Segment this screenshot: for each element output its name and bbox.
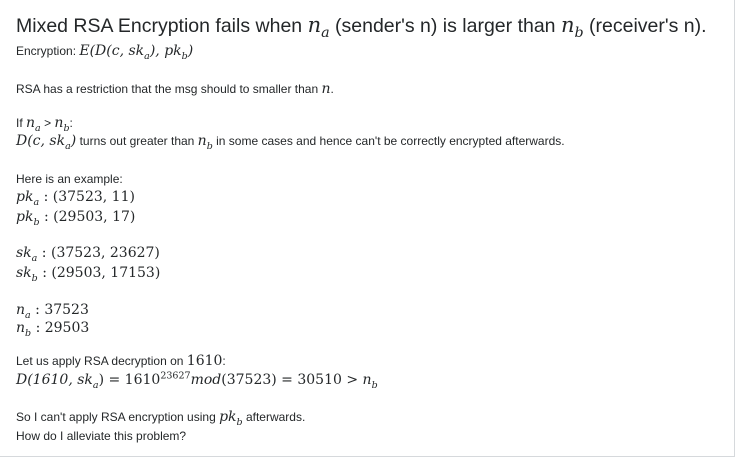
example-intro: Here is an example: [16,172,123,186]
restriction-var: n [321,81,331,97]
n-b-line: nb : 29503 [16,320,90,339]
question-title[interactable]: Mixed RSA Encryption fails when na (send… [16,12,707,42]
title-var-n-b: nb [560,13,584,42]
apply-line: Let us apply RSA decryption on 1610: [16,353,226,369]
title-text-start: Mixed RSA Encryption fails when [16,15,308,37]
conclusion-var: pkb [219,409,243,428]
encryption-formula: E(D(c, ska), pkb) [79,43,194,62]
question-body: Mixed RSA Encryption fails when na (send… [0,0,735,457]
apply-value: 1610 [186,353,223,369]
title-text-end: (receiver's n). [583,15,707,37]
restriction-text: RSA has a restriction that the msg shoul… [16,82,322,96]
encryption-label: Encryption: [16,44,80,58]
pk-b-line: pkb : (29503, 17) [16,209,136,228]
title-var-n-a: na [307,13,330,42]
dc-var-n-b: nb [197,133,213,152]
dc-formula: D(c, ska) [16,133,77,152]
title-text-mid: (sender's n) is larger than [329,15,561,37]
if-var-n-b: nb [54,115,70,134]
n-a-line: na : 37523 [16,302,89,321]
final-question: How do I alleviate this problem? [16,429,187,443]
sk-a-line: ska : (37523, 23627) [16,245,160,264]
decryption-issue-line: D(c, ska) turns out greater than nb in s… [16,133,565,152]
encryption-line: Encryption: E(D(c, ska), pkb) [16,43,194,62]
conclusion-line: So I can't apply RSA encryption using pk… [16,409,306,428]
sk-b-line: skb : (29503, 17153) [16,265,161,284]
if-var-n-a: na [26,115,41,134]
restriction-line: RSA has a restriction that the msg shoul… [16,81,334,97]
pk-a-line: pka : (37523, 11) [16,189,135,208]
condition-line: If na > nb: [16,115,73,134]
if-label: If [16,116,27,130]
decrypt-formula-line: D(1610, ska) = 161023627mod(37523) = 305… [16,370,378,391]
